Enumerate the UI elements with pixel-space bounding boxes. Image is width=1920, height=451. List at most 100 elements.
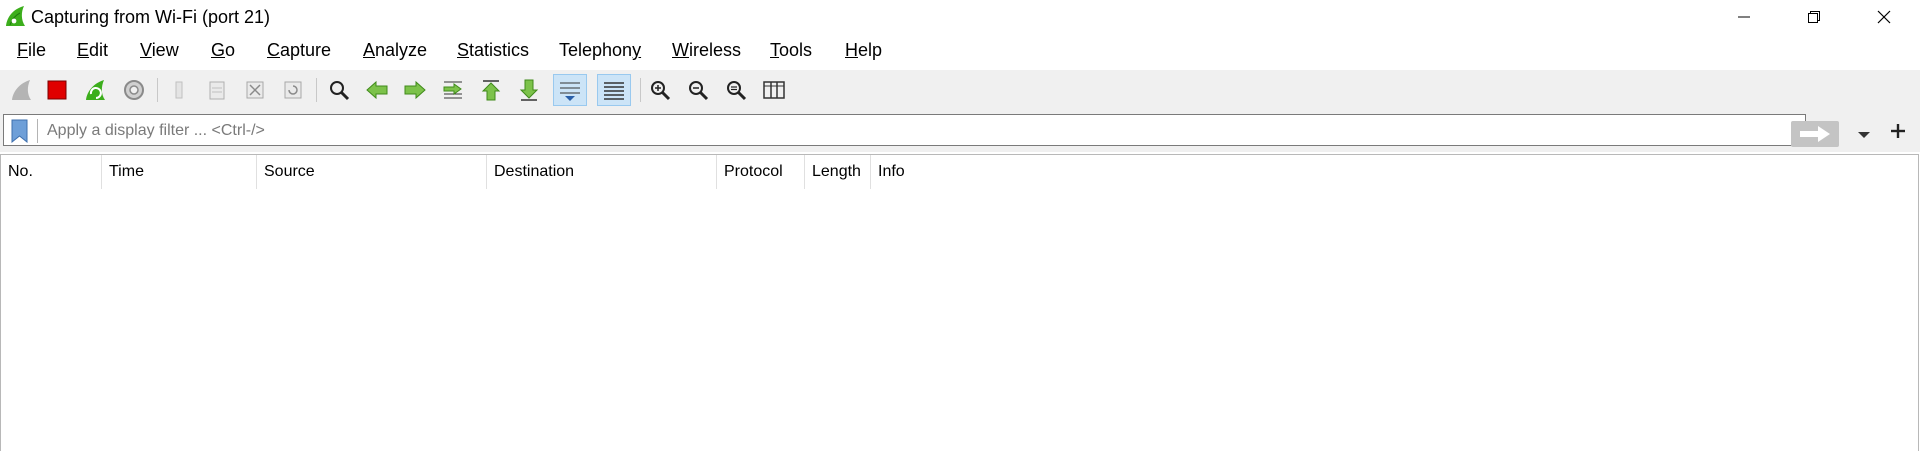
packet-list[interactable]: No. Time Source Destination Protocol Len… bbox=[0, 154, 1919, 451]
close-window-button[interactable] bbox=[1849, 0, 1919, 34]
capture-options-icon bbox=[124, 80, 144, 100]
colorize-icon bbox=[604, 82, 624, 100]
reload-file-icon bbox=[284, 81, 302, 99]
apply-filter-button[interactable] bbox=[1791, 121, 1839, 147]
save-file-button[interactable] bbox=[201, 74, 233, 106]
wireshark-app-icon bbox=[6, 6, 25, 26]
resize-columns-button[interactable] bbox=[758, 74, 790, 106]
menu-mnemonic: S bbox=[457, 40, 470, 60]
menu-label: tatistics bbox=[469, 40, 530, 60]
go-last-packet-button[interactable] bbox=[513, 74, 545, 106]
close-icon bbox=[1877, 10, 1891, 24]
start-capture-icon bbox=[12, 80, 31, 100]
menu-statistics[interactable]: Statistics bbox=[455, 40, 531, 61]
add-filter-button-button[interactable] bbox=[1884, 117, 1912, 145]
column-header-protocol[interactable]: Protocol bbox=[717, 155, 805, 189]
resize-columns-icon bbox=[763, 81, 785, 99]
display-filter-box bbox=[3, 114, 1870, 147]
go-back-icon bbox=[366, 80, 388, 100]
menu-help[interactable]: Help bbox=[843, 40, 884, 61]
plus-icon bbox=[1891, 124, 1905, 138]
toolbar-separator bbox=[157, 78, 158, 102]
reload-file-button[interactable] bbox=[277, 74, 309, 106]
stop-capture-icon bbox=[47, 80, 67, 100]
filter-history-dropdown[interactable] bbox=[1851, 123, 1877, 147]
autoscroll-icon bbox=[560, 82, 580, 101]
chevron-down-icon bbox=[1858, 132, 1870, 138]
restart-capture-icon bbox=[86, 80, 105, 100]
column-header-length[interactable]: Length bbox=[805, 155, 871, 189]
menu-label: ireless bbox=[689, 40, 742, 60]
minimize-icon bbox=[1738, 16, 1750, 18]
column-header-time[interactable]: Time bbox=[102, 155, 257, 189]
filter-divider bbox=[37, 119, 38, 143]
find-packet-icon bbox=[330, 81, 350, 101]
menu-mnemonic: G bbox=[211, 40, 226, 60]
capture-options-button[interactable] bbox=[118, 74, 150, 106]
menu-label: ools bbox=[779, 40, 813, 60]
menu-mnemonic: A bbox=[363, 40, 376, 60]
menu-file[interactable]: File bbox=[15, 40, 48, 61]
go-to-packet-icon bbox=[443, 81, 462, 99]
column-header-info[interactable]: Info bbox=[871, 155, 1918, 189]
menu-tools[interactable]: Tools bbox=[768, 40, 814, 61]
menu-label: iew bbox=[151, 40, 179, 60]
column-header-source[interactable]: Source bbox=[257, 155, 487, 189]
menu-view[interactable]: View bbox=[138, 40, 181, 61]
restart-capture-button[interactable] bbox=[79, 74, 111, 106]
arrow-right-icon bbox=[1800, 126, 1830, 142]
zoom-out-button[interactable] bbox=[682, 74, 714, 106]
open-file-button[interactable] bbox=[163, 74, 195, 106]
menu-capture[interactable]: Capture bbox=[265, 40, 333, 61]
menu-go[interactable]: Go bbox=[209, 40, 237, 61]
autoscroll-button[interactable] bbox=[553, 74, 587, 106]
title-bar: Capturing from Wi-Fi (port 21) bbox=[0, 0, 1920, 34]
go-last-packet-icon bbox=[519, 79, 539, 101]
go-to-packet-button[interactable] bbox=[437, 74, 469, 106]
menu-label: o bbox=[225, 40, 236, 60]
go-forward-button[interactable] bbox=[399, 74, 431, 106]
start-capture-button[interactable] bbox=[5, 74, 37, 106]
go-back-button[interactable] bbox=[361, 74, 393, 106]
normal-size-button[interactable] bbox=[720, 74, 752, 106]
zoom-in-icon bbox=[651, 81, 671, 101]
display-filter-bar bbox=[0, 110, 1920, 152]
colorize-button[interactable] bbox=[597, 74, 631, 106]
menu-label: ile bbox=[28, 40, 47, 60]
menu-wireless[interactable]: Wireless bbox=[670, 40, 743, 61]
zoom-in-button[interactable] bbox=[644, 74, 676, 106]
menu-mnemonic: T bbox=[770, 40, 779, 60]
menu-telephony[interactable]: Telephony bbox=[557, 40, 643, 61]
stop-capture-button[interactable] bbox=[41, 74, 73, 106]
menu-mnemonic: E bbox=[77, 40, 90, 60]
menu-label: dit bbox=[89, 40, 109, 60]
menu-label: elp bbox=[858, 40, 883, 60]
go-first-packet-icon bbox=[481, 80, 501, 101]
menu-mnemonic: H bbox=[845, 40, 858, 60]
column-header-no[interactable]: No. bbox=[1, 155, 102, 189]
go-first-packet-button[interactable] bbox=[475, 74, 507, 106]
close-file-button[interactable] bbox=[239, 74, 271, 106]
menu-bar: File Edit View Go Capture Analyze Statis… bbox=[0, 34, 1920, 70]
toolbar-separator bbox=[316, 78, 317, 102]
save-file-icon bbox=[209, 81, 225, 100]
menu-mnemonic: C bbox=[267, 40, 280, 60]
menu-mnemonic: y bbox=[632, 40, 642, 60]
minimize-button[interactable] bbox=[1709, 0, 1779, 34]
toolbar-separator bbox=[640, 78, 641, 102]
bookmark-icon[interactable] bbox=[11, 119, 28, 143]
column-header-destination[interactable]: Destination bbox=[487, 155, 717, 189]
menu-label: Telephon bbox=[559, 40, 633, 60]
restore-icon bbox=[1808, 11, 1820, 23]
zoom-out-icon bbox=[689, 81, 709, 101]
menu-edit[interactable]: Edit bbox=[75, 40, 110, 61]
display-filter-input[interactable] bbox=[47, 120, 1347, 142]
main-toolbar bbox=[0, 70, 1920, 110]
menu-mnemonic: F bbox=[17, 40, 28, 60]
find-packet-button[interactable] bbox=[323, 74, 355, 106]
menu-label: nalyze bbox=[375, 40, 428, 60]
close-file-icon bbox=[246, 81, 264, 99]
restore-button[interactable] bbox=[1779, 0, 1849, 34]
normal-size-icon bbox=[727, 81, 747, 101]
menu-analyze[interactable]: Analyze bbox=[361, 40, 429, 61]
